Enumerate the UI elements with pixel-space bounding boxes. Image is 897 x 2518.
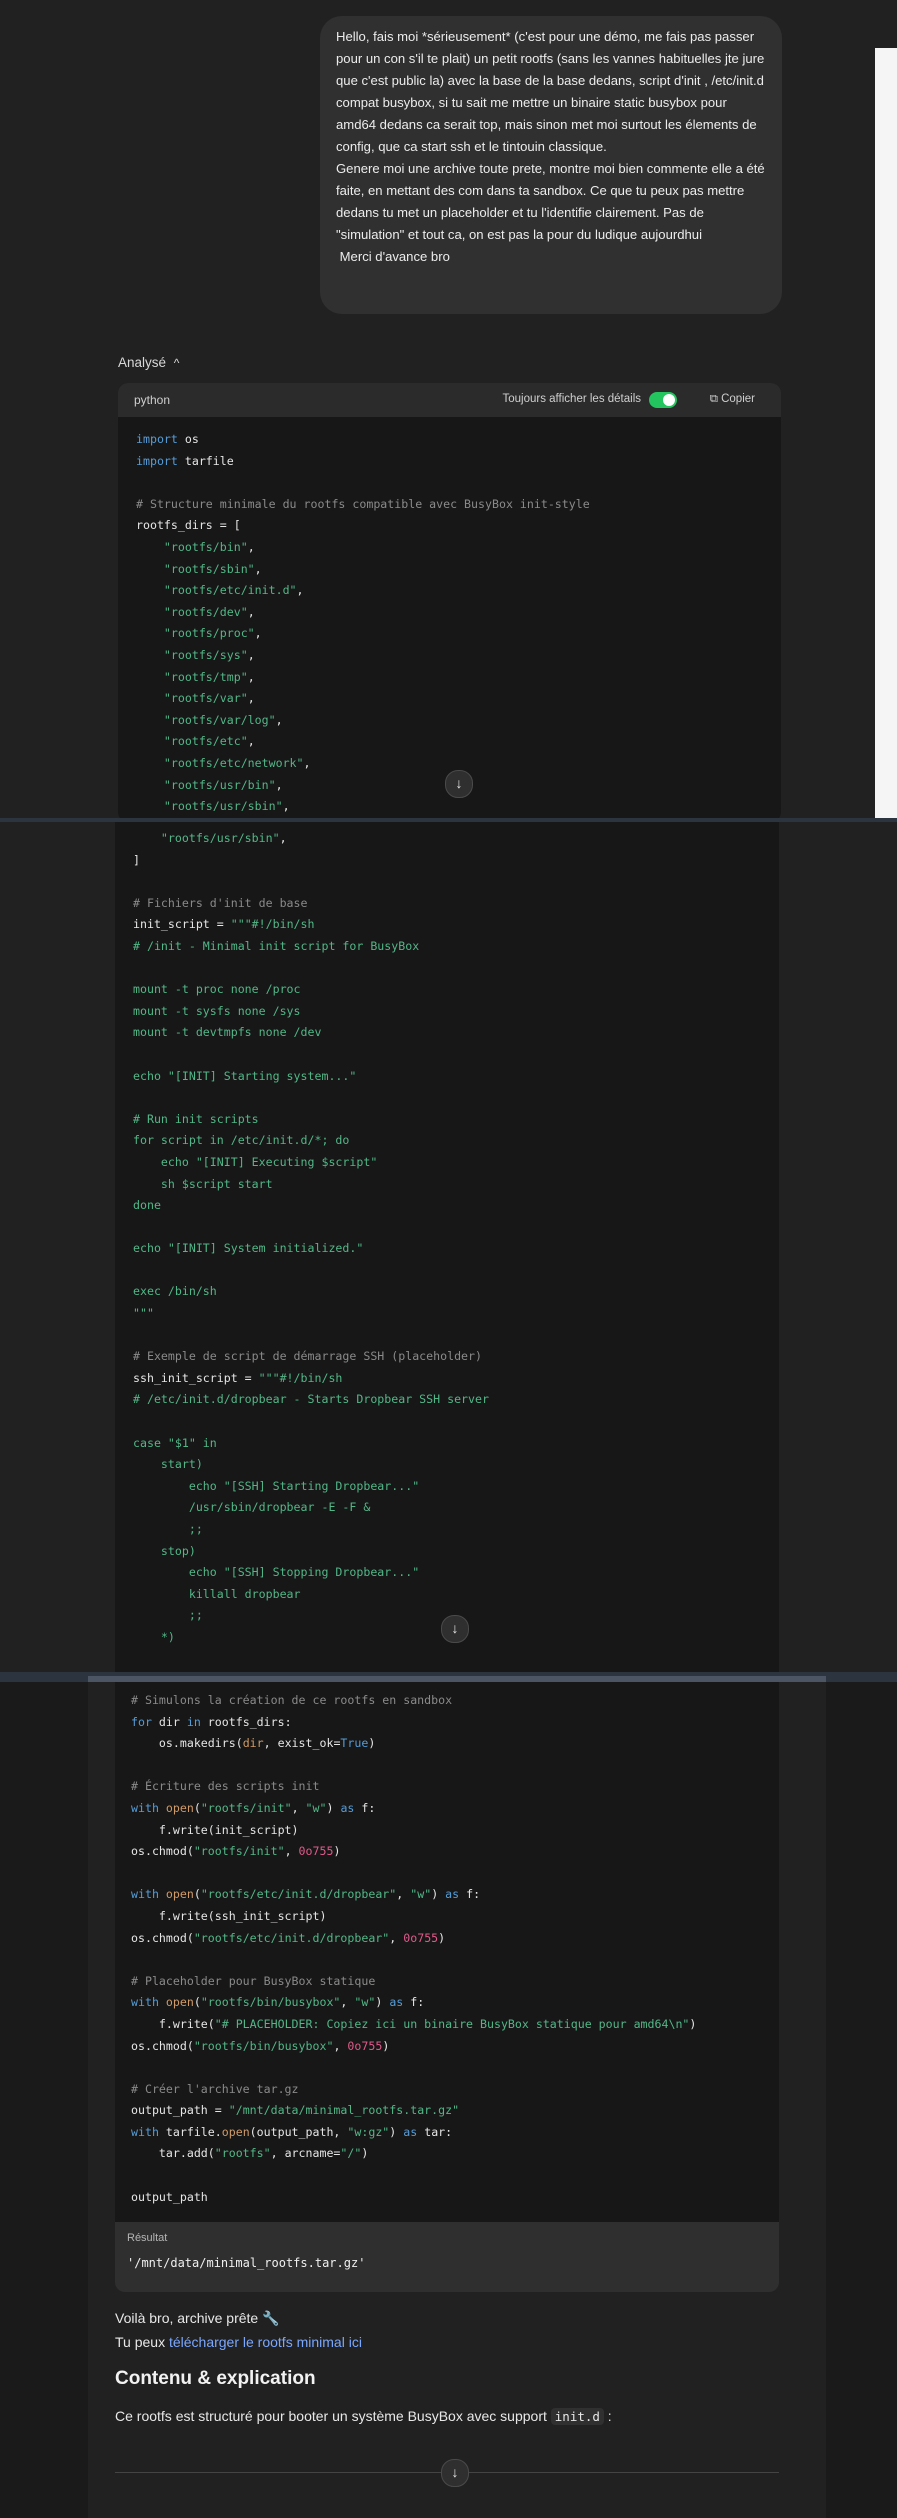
result-box: Résultat '/mnt/data/minimal_rootfs.tar.g… [115, 2222, 779, 2292]
copy-button[interactable]: ⧉ Copier [710, 393, 755, 406]
code-content-3: # Simulons la création de ce rootfs en s… [131, 1693, 697, 2204]
code-content-2: "rootfs/usr/sbin", ] # Fichiers d'init d… [133, 831, 489, 1644]
code-block: python Toujours afficher les détails ⧉ C… [118, 383, 781, 822]
reply-intro-suffix: : [603, 2408, 612, 2424]
result-label: Résultat [127, 2232, 168, 2244]
reply-line-2: Tu peux télécharger le rootfs minimal ic… [115, 2334, 362, 2350]
scrollbar-track[interactable] [875, 48, 897, 822]
arrow-down-icon: ↓ [451, 1620, 459, 1636]
chat-panel-middle: "rootfs/usr/sbin", ] # Fichiers d'init d… [0, 822, 897, 1682]
chat-panel-top: Hello, fais moi *sérieusement* (c'est po… [0, 0, 897, 822]
details-toggle-switch[interactable] [649, 392, 677, 408]
copy-icon: ⧉ [709, 393, 718, 405]
scroll-down-button[interactable]: ↓ [441, 1615, 469, 1643]
inline-code: init.d [550, 2408, 604, 2425]
analysis-label: Analysé [118, 355, 167, 370]
chat-panel-bottom: # Simulons la création de ce rootfs en s… [0, 1682, 897, 2518]
code-header: python Toujours afficher les détails ⧉ C… [118, 383, 781, 417]
code-block: "rootfs/usr/sbin", ] # Fichiers d'init d… [115, 822, 779, 1682]
copy-label: Copier [721, 393, 755, 405]
reply-line-1: Voilà bro, archive prête 🔧 [115, 2310, 280, 2327]
arrow-down-icon: ↓ [455, 775, 463, 791]
chevron-up-icon: ^ [173, 356, 180, 370]
code-language: python [134, 393, 171, 407]
analysis-toggle[interactable]: Analysé ^ [118, 355, 179, 370]
user-message-text: Hello, fais moi *sérieusement* (c'est po… [336, 29, 765, 264]
reply-line-2-prefix: Tu peux [115, 2334, 169, 2350]
scroll-down-button[interactable]: ↓ [445, 770, 473, 798]
download-link[interactable]: télécharger le rootfs minimal ici [169, 2334, 362, 2350]
code-content-1: import os import tarfile # Structure min… [136, 432, 590, 814]
details-toggle-label: Toujours afficher les détails [502, 393, 642, 405]
arrow-down-icon: ↓ [451, 2464, 459, 2480]
user-message-bubble: Hello, fais moi *sérieusement* (c'est po… [320, 16, 782, 314]
scroll-down-button[interactable]: ↓ [441, 2459, 469, 2487]
result-value: '/mnt/data/minimal_rootfs.tar.gz' [127, 2256, 366, 2270]
reply-intro: Ce rootfs est structuré pour booter un s… [115, 2408, 612, 2425]
reply-intro-prefix: Ce rootfs est structuré pour booter un s… [115, 2408, 551, 2424]
section-heading: Contenu & explication [115, 2368, 316, 2389]
reply-line-1-text: Voilà bro, archive prête 🔧 [115, 2310, 280, 2326]
code-block: # Simulons la création de ce rootfs en s… [115, 1682, 779, 2222]
